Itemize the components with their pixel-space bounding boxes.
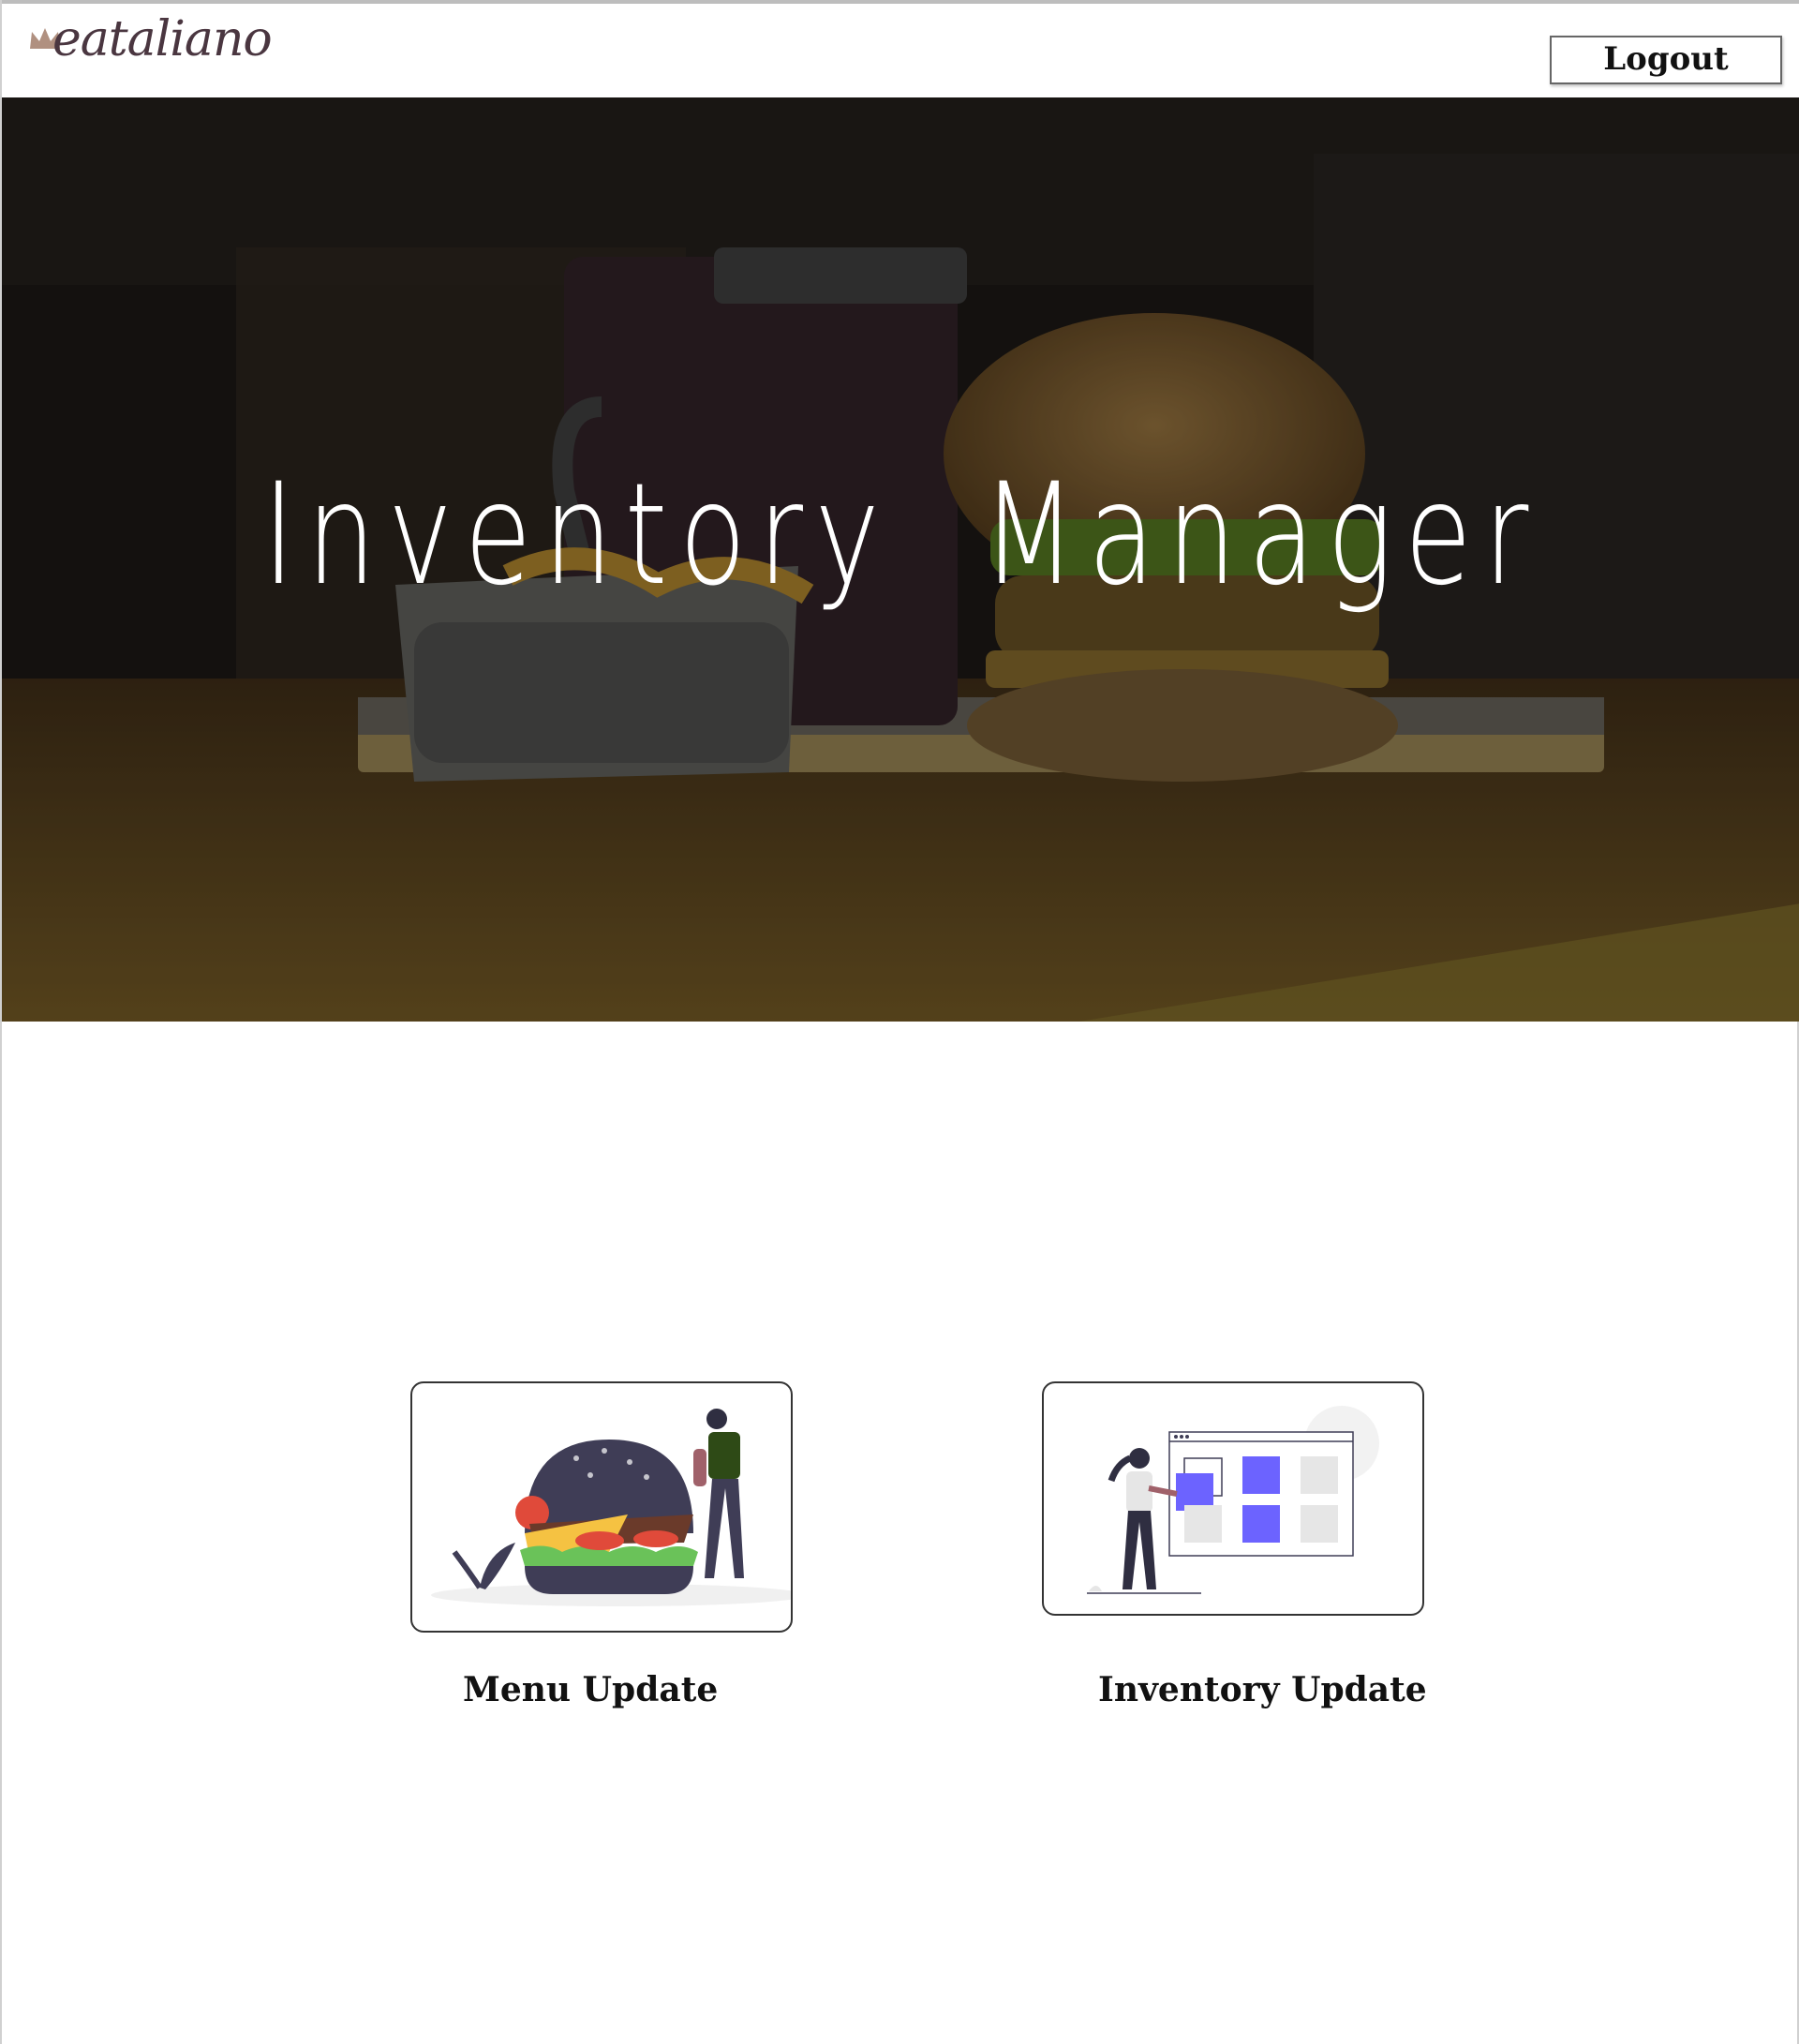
inventory-dashboard-illustration-icon — [1087, 1406, 1379, 1594]
burger-illustration-icon — [431, 1409, 791, 1606]
hero-title: Inventory Manager — [262, 454, 1540, 617]
inventory-update-card[interactable] — [1042, 1381, 1424, 1616]
menu-update-label[interactable]: Menu Update — [463, 1670, 718, 1709]
navbar: eataliano Logout — [2, 0, 1799, 97]
logout-button[interactable]: Logout — [1550, 36, 1782, 84]
hero-banner: Inventory Manager — [2, 97, 1799, 1022]
menu-update-card[interactable] — [410, 1381, 793, 1633]
logo[interactable]: eataliano — [26, 11, 279, 77]
inventory-update-label[interactable]: Inventory Update — [1098, 1670, 1427, 1709]
logo-text: eataliano — [52, 11, 273, 67]
